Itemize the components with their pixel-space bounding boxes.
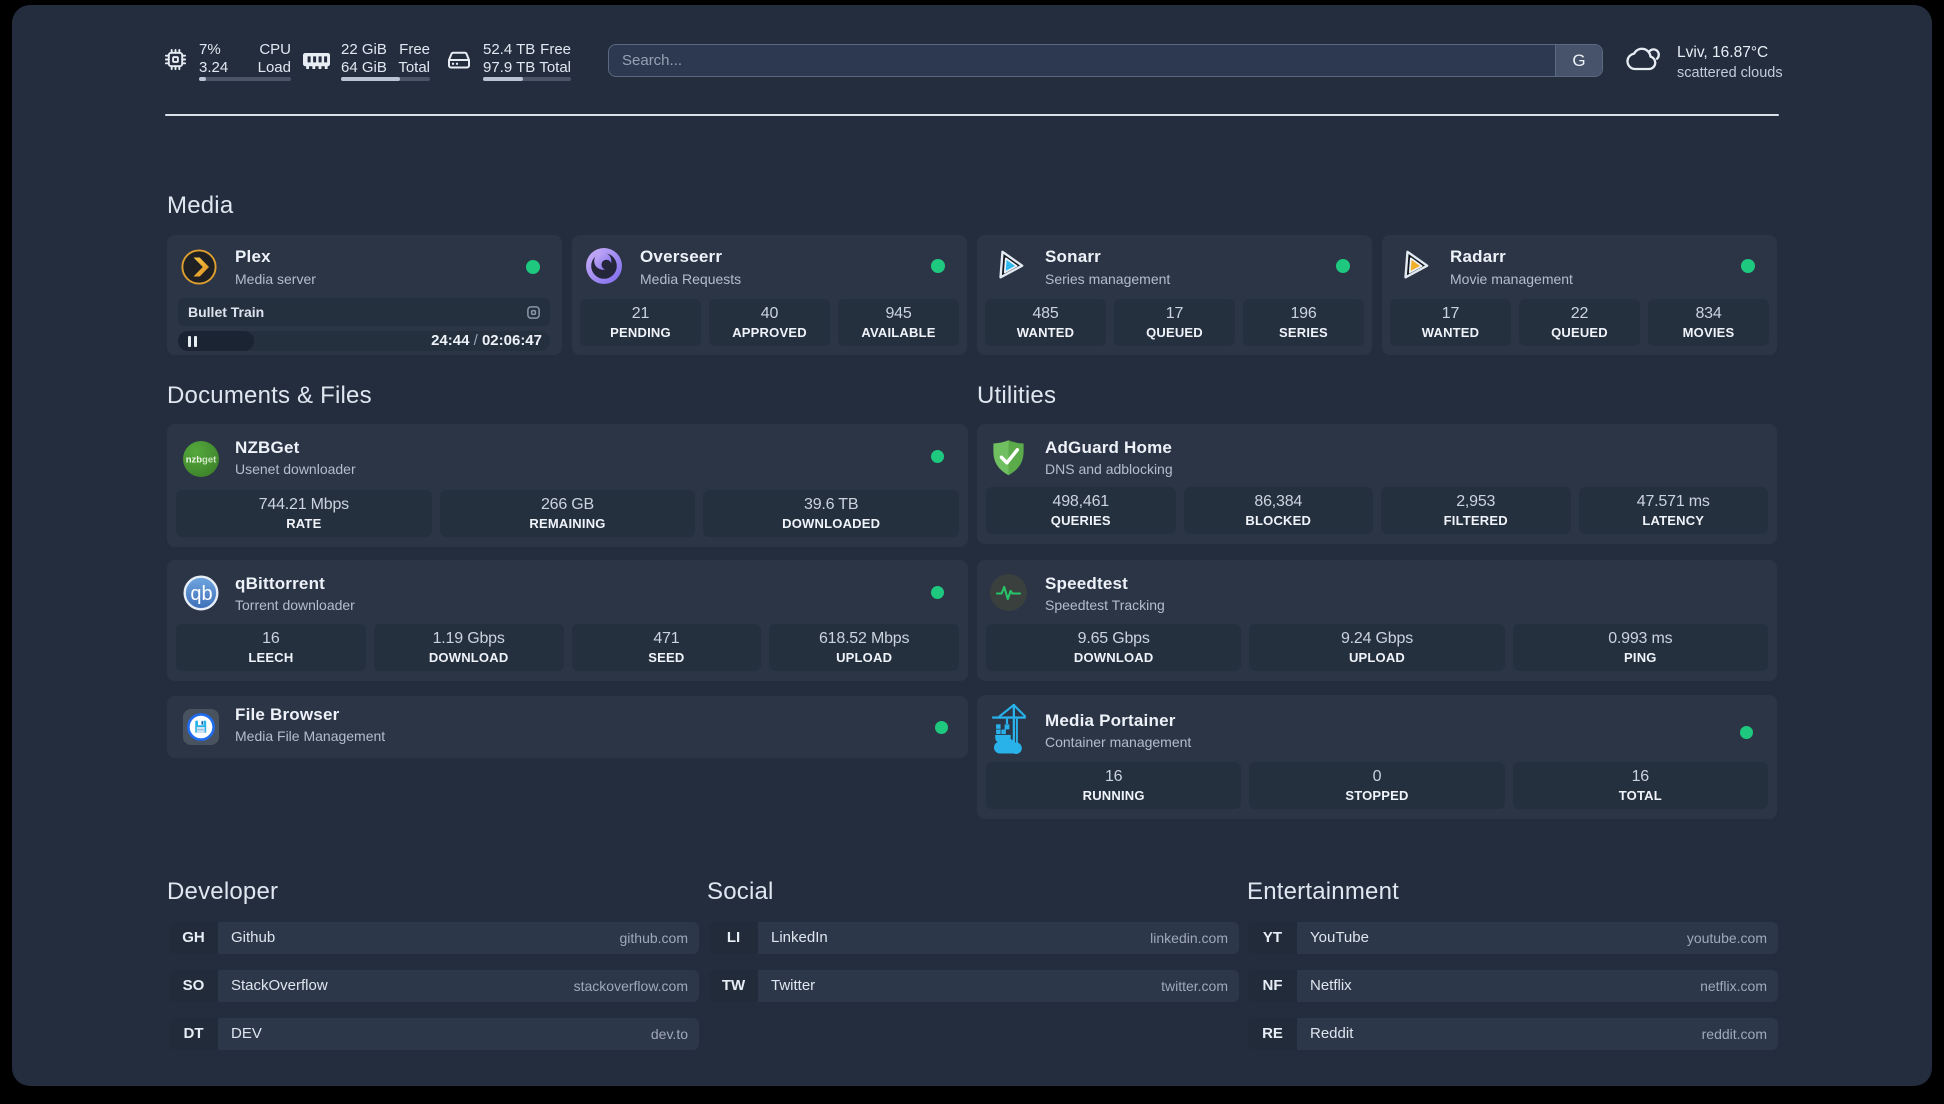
svg-text:nzbget: nzbget [186, 455, 217, 466]
svg-text:qb: qb [190, 583, 212, 605]
